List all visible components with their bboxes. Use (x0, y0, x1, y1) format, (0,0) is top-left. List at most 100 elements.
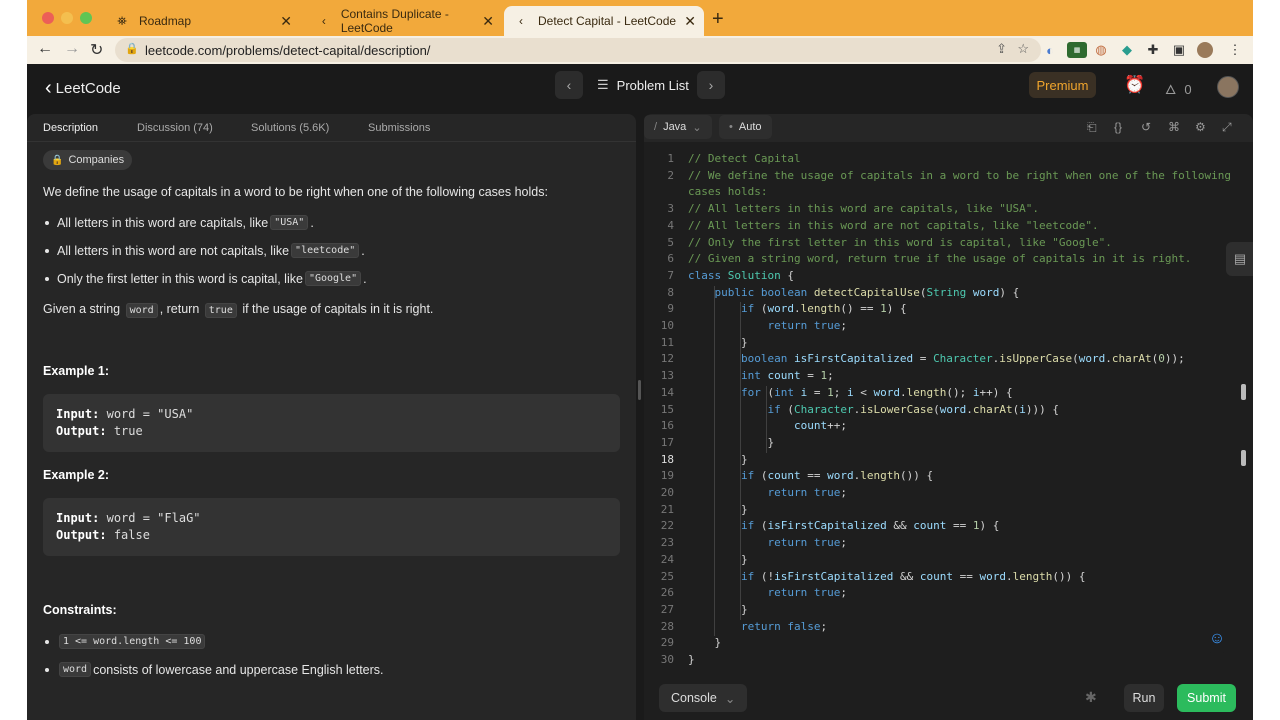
line-number: 4 (667, 218, 674, 232)
scrollbar-marker[interactable] (1241, 450, 1246, 466)
code-line[interactable]: int count = 1; (688, 369, 834, 382)
close-icon[interactable]: ✕ (280, 13, 292, 30)
console-label: Console (671, 691, 717, 705)
extension-icon[interactable]: ◐ (1042, 42, 1058, 58)
code-line[interactable]: return true; (688, 536, 847, 549)
alarm-clock-icon[interactable]: ⏰ (1124, 75, 1145, 95)
document-icon[interactable]: ▤ (1226, 242, 1253, 276)
profile-avatar-icon[interactable] (1197, 42, 1213, 58)
prev-problem-button[interactable]: ‹ (555, 71, 583, 99)
shortcut-icon[interactable]: ⌘ (1168, 120, 1180, 134)
extension-icon[interactable]: ◆ (1119, 42, 1135, 58)
code-line[interactable]: if (!isFirstCapitalized && count == word… (688, 570, 1085, 583)
code-line[interactable]: // We define the usage of capitals in a … (688, 169, 1231, 182)
description-tabs: Description Discussion (74) Solutions (5… (27, 114, 636, 142)
code-line[interactable]: } (688, 636, 721, 649)
url-bar[interactable]: 🔒 leetcode.com/problems/detect-capital/d… (115, 38, 1041, 62)
panel-resize-handle[interactable] (638, 380, 641, 400)
problem-list-button[interactable]: ☰ Problem List (597, 77, 689, 93)
code-line[interactable]: if (Character.isLowerCase(word.charAt(i)… (688, 403, 1058, 416)
line-number: 25 (660, 569, 674, 583)
puzzle-icon[interactable]: ✚ (1145, 42, 1161, 58)
chevron-left-icon: ‹ (566, 77, 572, 93)
code-line[interactable]: return true; (688, 319, 847, 332)
code-line[interactable]: // All letters in this word are capitals… (688, 202, 1039, 215)
tab-solutions[interactable]: Solutions (5.6K) (251, 122, 329, 134)
reset-icon[interactable]: ↺ (1141, 120, 1151, 134)
streak-counter[interactable]: 🜂 0 (1165, 76, 1192, 102)
code-line[interactable]: if (isFirstCapitalized && count == 1) { (688, 519, 999, 532)
share-icon[interactable]: ⇪ (996, 41, 1007, 57)
code-line[interactable]: } (688, 453, 748, 466)
back-icon[interactable]: ← (37, 40, 53, 58)
auto-mode-button[interactable]: • Auto (719, 115, 772, 139)
code-line[interactable]: } (688, 336, 748, 349)
code-line[interactable]: class Solution { (688, 269, 794, 282)
console-button[interactable]: Console ⌄ (659, 684, 748, 712)
premium-button[interactable]: Premium (1029, 72, 1096, 98)
line-number: 27 (660, 602, 674, 616)
browser-window: ⛯ Roadmap ✕ ‹ Contains Duplicate - LeetC… (27, 0, 1253, 720)
tab-discussion[interactable]: Discussion (74) (137, 122, 213, 134)
browser-tab-roadmap[interactable]: ⛯ Roadmap ✕ (105, 6, 300, 36)
line-number: 17 (660, 435, 674, 449)
browser-tab-detect-capital[interactable]: ‹ Detect Capital - LeetCode ✕ (504, 6, 704, 36)
line-number: 29 (660, 636, 674, 650)
code-line[interactable]: cases holds: (688, 185, 767, 198)
gear-icon[interactable]: ⚙ (1195, 120, 1206, 134)
braces-icon[interactable]: {} (1114, 120, 1122, 134)
editor-toolbar: / Java ⌄ • Auto ⎗ {} ↺ ⌘ ⚙ ⤢ (644, 114, 1253, 142)
line-number: 10 (660, 319, 674, 332)
code-line[interactable]: // Only the first letter in this word is… (688, 236, 1112, 249)
close-icon[interactable]: ✕ (684, 13, 696, 30)
extension-badge-icon[interactable]: ▦ (1067, 42, 1087, 58)
chat-icon[interactable]: ☺ (1202, 624, 1232, 654)
code-line[interactable]: } (688, 503, 748, 516)
forward-icon[interactable]: → (64, 40, 80, 58)
list-item: word consists of lowercase and uppercase… (45, 662, 384, 677)
debug-icon[interactable]: ✱ (1085, 689, 1097, 706)
code-line[interactable]: if (count == word.length()) { (688, 469, 933, 482)
tab-description[interactable]: Description (43, 122, 98, 134)
run-button[interactable]: Run (1124, 684, 1164, 712)
code-line[interactable]: return false; (688, 620, 827, 633)
code-line[interactable]: } (688, 603, 748, 616)
sidebar-icon[interactable]: ▣ (1171, 42, 1187, 58)
code-line[interactable]: return true; (688, 486, 847, 499)
close-icon[interactable]: ✕ (482, 13, 494, 30)
more-icon[interactable]: ⋮ (1227, 42, 1243, 58)
next-problem-button[interactable]: › (697, 71, 725, 99)
code-line[interactable]: for (int i = 1; i < word.length(); i++) … (688, 386, 1013, 399)
expand-icon[interactable]: ⤢ (1222, 120, 1232, 135)
code-line[interactable]: } (688, 653, 695, 666)
code-line[interactable]: count++; (688, 419, 847, 432)
extension-icon[interactable]: ◍ (1093, 42, 1109, 58)
language-select[interactable]: / Java ⌄ (644, 115, 712, 139)
code-line[interactable]: } (688, 553, 748, 566)
tab-submissions[interactable]: Submissions (368, 122, 430, 134)
leetcode-logo[interactable]: ‹ LeetCode (45, 77, 121, 100)
companies-tag[interactable]: 🔒 Companies (43, 150, 133, 170)
code-line[interactable]: boolean isFirstCapitalized = Character.i… (688, 352, 1185, 365)
reload-icon[interactable]: ↻ (90, 40, 103, 60)
new-tab-button[interactable]: + (712, 8, 724, 31)
code-line[interactable]: if (word.length() == 1) { (688, 302, 907, 315)
code-line[interactable]: } (688, 436, 774, 449)
line-number: 9 (667, 302, 674, 316)
code-line[interactable]: // Given a string word, return true if t… (688, 252, 1191, 265)
code-line[interactable]: // All letters in this word are not capi… (688, 219, 1099, 232)
browser-tab-contains-duplicate[interactable]: ‹ Contains Duplicate - LeetCode ✕ (307, 6, 502, 36)
code-line[interactable]: // Detect Capital (688, 152, 801, 165)
minimize-window-button[interactable] (61, 12, 73, 24)
user-avatar[interactable] (1217, 76, 1239, 98)
maximize-window-button[interactable] (80, 12, 92, 24)
submit-button[interactable]: Submit (1177, 684, 1236, 712)
code-line[interactable]: return true; (688, 586, 847, 599)
url-text[interactable]: leetcode.com/problems/detect-capital/des… (145, 43, 430, 58)
bookmark-icon[interactable]: ⎗ (1087, 120, 1097, 135)
code-area[interactable]: 1 // Detect Capital 2 // We define the usag… (644, 150, 1253, 680)
star-icon[interactable]: ☆ (1017, 41, 1029, 57)
code-line[interactable]: public boolean detectCapitalUse(String w… (688, 286, 1020, 299)
close-window-button[interactable] (42, 12, 54, 24)
scrollbar-marker[interactable] (1241, 384, 1246, 400)
